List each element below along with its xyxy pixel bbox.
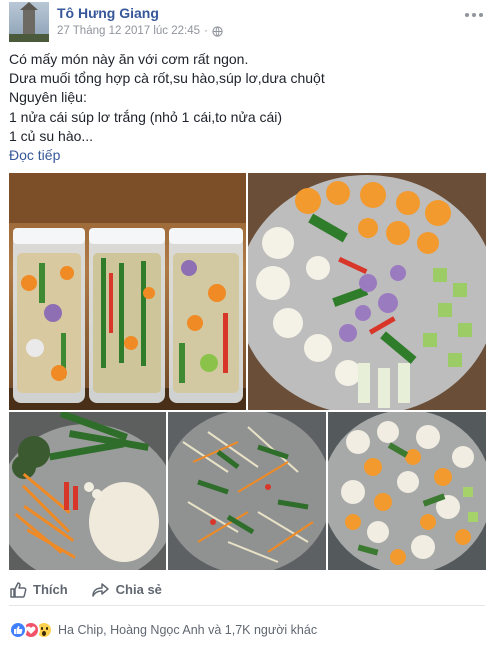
post-line: Dưa muối tổng hợp cà rốt,su hào,súp lơ,d…: [9, 70, 325, 87]
like-button[interactable]: Thích: [9, 581, 68, 599]
share-arrow-icon: [91, 582, 109, 597]
photo-mixed-shredded[interactable]: [168, 412, 326, 570]
photo-raw-ingredients[interactable]: [9, 412, 166, 570]
reactions-count-text[interactable]: Ha Chip, Hoàng Ngọc Anh và 1,7K người kh…: [58, 623, 317, 637]
post-line: 1 nửa cái súp lơ trắng (nhỏ 1 cái,to nửa…: [9, 108, 283, 125]
like-label: Thích: [33, 582, 68, 597]
reactions-summary: Ha Chip, Hoàng Ngọc Anh và 1,7K người kh…: [9, 618, 317, 642]
photo-carrot-cauliflower[interactable]: [328, 412, 486, 570]
more-options-icon[interactable]: [463, 10, 485, 20]
facebook-post: Tô Hưng Giang 27 Tháng 12 2017 lúc 22:45…: [0, 0, 495, 649]
post-line: Có mấy món này ăn với cơm rất ngon.: [9, 51, 249, 67]
share-label: Chia sẻ: [115, 582, 162, 597]
author-name[interactable]: Tô Hưng Giang: [57, 5, 159, 21]
thumbs-up-icon: [10, 581, 27, 598]
photo-vegetable-bowl[interactable]: [248, 173, 486, 410]
share-button[interactable]: Chia sẻ: [91, 581, 162, 599]
post-line: Nguyên liệu:: [9, 89, 87, 106]
action-bar: Thích Chia sẻ: [9, 574, 485, 606]
timestamp-text[interactable]: 27 Tháng 12 2017 lúc 22:45: [57, 25, 200, 37]
like-reaction-icon[interactable]: [9, 621, 27, 639]
see-more-link[interactable]: Đọc tiếp: [9, 146, 60, 165]
post-header: Tô Hưng Giang 27 Tháng 12 2017 lúc 22:45…: [9, 2, 489, 42]
post-timestamp: 27 Tháng 12 2017 lúc 22:45 ·: [57, 25, 223, 37]
photo-pickle-jars[interactable]: [9, 173, 246, 410]
post-text: Có mấy món này ăn với cơm rất ngon. Dưa …: [9, 50, 485, 165]
avatar[interactable]: [9, 2, 49, 42]
post-line: 1 củ su hào...: [9, 127, 94, 144]
globe-icon: [212, 25, 223, 37]
